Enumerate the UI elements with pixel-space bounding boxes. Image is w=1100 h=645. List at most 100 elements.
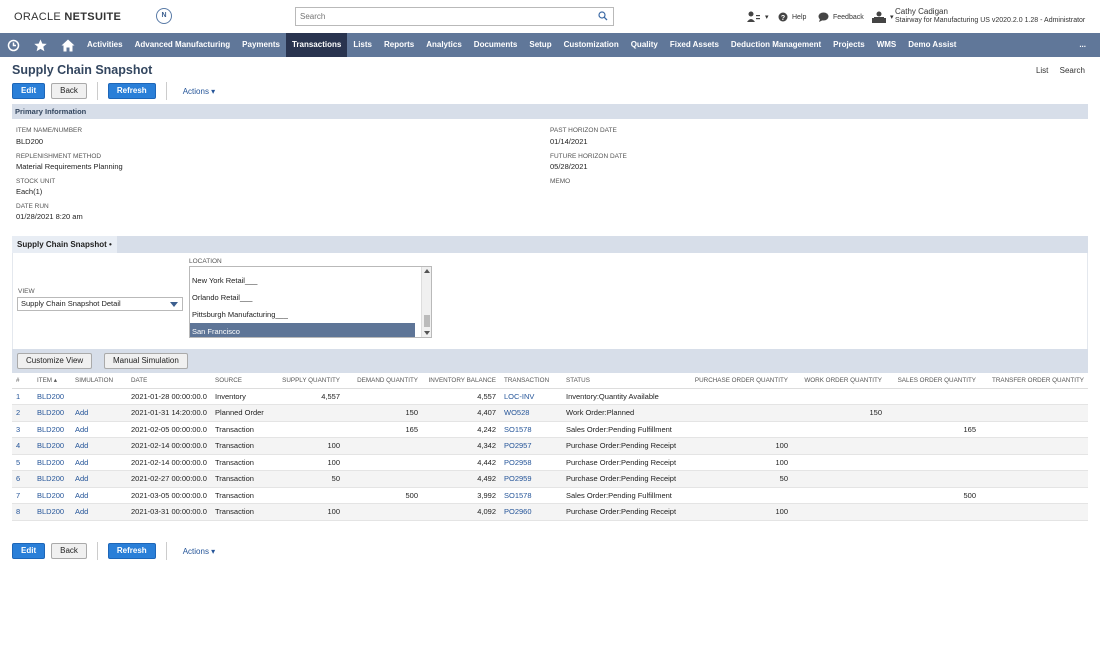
item-link[interactable]: BLD200 bbox=[33, 437, 71, 455]
source-cell: Transaction bbox=[211, 454, 271, 471]
transaction-link[interactable]: PO2958 bbox=[500, 454, 562, 471]
so-quantity-cell bbox=[886, 503, 980, 521]
item-value-link[interactable]: BLD200 bbox=[16, 137, 43, 146]
nav-fixed-assets[interactable]: Fixed Assets bbox=[664, 33, 725, 57]
add-simulation-link[interactable]: Add bbox=[71, 437, 127, 455]
nav-projects[interactable]: Projects bbox=[827, 33, 871, 57]
edit-button[interactable]: Edit bbox=[12, 83, 46, 99]
customize-view-button[interactable]: Customize View bbox=[17, 353, 93, 369]
item-link[interactable]: BLD200 bbox=[33, 404, 71, 422]
location-option[interactable]: New York Retail___ bbox=[190, 272, 415, 289]
nav-wms[interactable]: WMS bbox=[871, 33, 903, 57]
nav-analytics[interactable]: Analytics bbox=[420, 33, 468, 57]
item-link[interactable]: BLD200 bbox=[33, 388, 71, 405]
refresh-button[interactable]: Refresh bbox=[107, 543, 156, 559]
nav-activities[interactable]: Activities bbox=[81, 33, 129, 57]
add-simulation-link[interactable]: Add bbox=[71, 404, 127, 422]
col-so-quantity[interactable]: SALES ORDER QUANTITY bbox=[886, 373, 980, 389]
search-input[interactable] bbox=[296, 8, 586, 25]
feedback-link[interactable]: Feedback bbox=[818, 9, 864, 25]
col-item[interactable]: ITEM ▴ bbox=[33, 373, 71, 389]
so-quantity-cell: 500 bbox=[886, 487, 980, 504]
date-cell: 2021-01-31 14:20:00.0 bbox=[127, 404, 211, 422]
transaction-link[interactable]: SO1578 bbox=[500, 487, 562, 504]
nav-demo-assist[interactable]: Demo Assist bbox=[902, 33, 962, 57]
manual-simulation-button[interactable]: Manual Simulation bbox=[104, 353, 188, 369]
location-multiselect[interactable]: New York Retail___ Orlando Retail___ Pit… bbox=[189, 266, 432, 338]
date-cell: 2021-02-14 00:00:00.0 bbox=[127, 454, 211, 471]
transaction-link[interactable]: SO1578 bbox=[500, 421, 562, 438]
col-status[interactable]: STATUS bbox=[562, 373, 686, 389]
table-row: 4 BLD200 Add 2021-02-14 00:00:00.0 Transacti… bbox=[12, 437, 1088, 455]
col-wo-quantity[interactable]: WORK ORDER QUANTITY bbox=[792, 373, 886, 389]
table-row: 1 BLD200 2021-01-28 00:00:00.0 Inventory 4,5… bbox=[12, 388, 1088, 405]
nav-lists[interactable]: Lists bbox=[347, 33, 378, 57]
main-nav: Activities Advanced Manufacturing Paymen… bbox=[0, 33, 1100, 57]
col-to-quantity[interactable]: TRANSFER ORDER QUANTITY bbox=[980, 373, 1088, 389]
item-link[interactable]: BLD200 bbox=[33, 503, 71, 521]
item-link[interactable]: BLD200 bbox=[33, 470, 71, 488]
col-supply-quantity[interactable]: SUPPLY QUANTITY bbox=[271, 373, 344, 389]
transaction-link[interactable]: PO2957 bbox=[500, 437, 562, 455]
search-icon[interactable] bbox=[598, 11, 608, 21]
back-button[interactable]: Back bbox=[51, 83, 87, 99]
refresh-button[interactable]: Refresh bbox=[107, 83, 156, 99]
list-link[interactable]: List bbox=[1036, 66, 1048, 75]
add-simulation-link[interactable]: Add bbox=[71, 421, 127, 438]
item-link[interactable]: BLD200 bbox=[33, 454, 71, 471]
col-demand-quantity[interactable]: DEMAND QUANTITY bbox=[344, 373, 422, 389]
col-simulation[interactable]: SIMULATION bbox=[71, 373, 127, 389]
nav-more[interactable]: ... bbox=[1073, 33, 1100, 57]
search-link[interactable]: Search bbox=[1060, 66, 1085, 75]
location-option-selected[interactable]: San Francisco bbox=[190, 323, 415, 337]
scroll-up-arrow-icon[interactable] bbox=[424, 269, 430, 273]
scroll-down-arrow-icon[interactable] bbox=[424, 331, 430, 335]
inventory-balance-cell: 4,407 bbox=[422, 404, 500, 422]
add-simulation-link[interactable]: Add bbox=[71, 503, 127, 521]
favorites-star-icon[interactable] bbox=[27, 33, 54, 57]
location-option[interactable]: Pittsburgh Manufacturing___ bbox=[190, 306, 415, 323]
help-link[interactable]: ? Help bbox=[778, 9, 806, 25]
nav-advanced-manufacturing[interactable]: Advanced Manufacturing bbox=[129, 33, 237, 57]
scroll-thumb[interactable] bbox=[424, 315, 430, 327]
transaction-link[interactable]: LOC-INV bbox=[500, 388, 562, 405]
col-date[interactable]: DATE bbox=[127, 373, 211, 389]
home-icon[interactable] bbox=[54, 33, 81, 57]
nav-reports[interactable]: Reports bbox=[378, 33, 420, 57]
add-simulation-link[interactable]: Add bbox=[71, 487, 127, 504]
edit-button[interactable]: Edit bbox=[12, 543, 46, 559]
add-simulation-link[interactable]: Add bbox=[71, 470, 127, 488]
location-scrollbar[interactable] bbox=[421, 267, 431, 337]
col-transaction[interactable]: TRANSACTION bbox=[500, 373, 562, 389]
user-info[interactable]: Cathy Cadigan Stairway for Manufacturing… bbox=[895, 7, 1085, 25]
nav-customization[interactable]: Customization bbox=[558, 33, 625, 57]
recent-history-icon[interactable] bbox=[0, 33, 27, 57]
tab-supply-chain-snapshot[interactable]: Supply Chain Snapshot • bbox=[12, 236, 117, 253]
back-button[interactable]: Back bbox=[51, 543, 87, 559]
primary-information-header[interactable]: Primary Information bbox=[12, 104, 1088, 119]
item-link[interactable]: BLD200 bbox=[33, 421, 71, 438]
transaction-link[interactable]: WO528 bbox=[500, 404, 562, 422]
nav-setup[interactable]: Setup bbox=[523, 33, 557, 57]
account-badge-icon[interactable]: N bbox=[156, 8, 172, 24]
nav-payments[interactable]: Payments bbox=[236, 33, 286, 57]
col-inventory-balance[interactable]: INVENTORY BALANCE bbox=[422, 373, 500, 389]
col-po-quantity[interactable]: PURCHASE ORDER QUANTITY bbox=[686, 373, 792, 389]
actions-menu[interactable]: Actions ▾ bbox=[183, 87, 215, 96]
add-simulation-link[interactable]: Add bbox=[71, 454, 127, 471]
stock-unit-value: Each(1) bbox=[16, 187, 43, 196]
transaction-link[interactable]: PO2959 bbox=[500, 470, 562, 488]
recent-records-menu[interactable]: ▾ bbox=[747, 9, 769, 25]
location-option[interactable]: Orlando Retail___ bbox=[190, 289, 415, 306]
view-select[interactable]: Supply Chain Snapshot Detail bbox=[17, 297, 183, 311]
nav-deduction-management[interactable]: Deduction Management bbox=[725, 33, 827, 57]
actions-menu[interactable]: Actions ▾ bbox=[183, 547, 215, 556]
nav-documents[interactable]: Documents bbox=[468, 33, 524, 57]
col-source[interactable]: SOURCE bbox=[211, 373, 271, 389]
item-link[interactable]: BLD200 bbox=[33, 487, 71, 504]
oracle-netsuite-logo[interactable]: ORACLE NETSUITE bbox=[14, 11, 121, 23]
transaction-link[interactable]: PO2960 bbox=[500, 503, 562, 521]
nav-transactions[interactable]: Transactions bbox=[285, 33, 348, 57]
user-menu-icon-group[interactable]: ▾ bbox=[872, 9, 894, 25]
nav-quality[interactable]: Quality bbox=[625, 33, 664, 57]
